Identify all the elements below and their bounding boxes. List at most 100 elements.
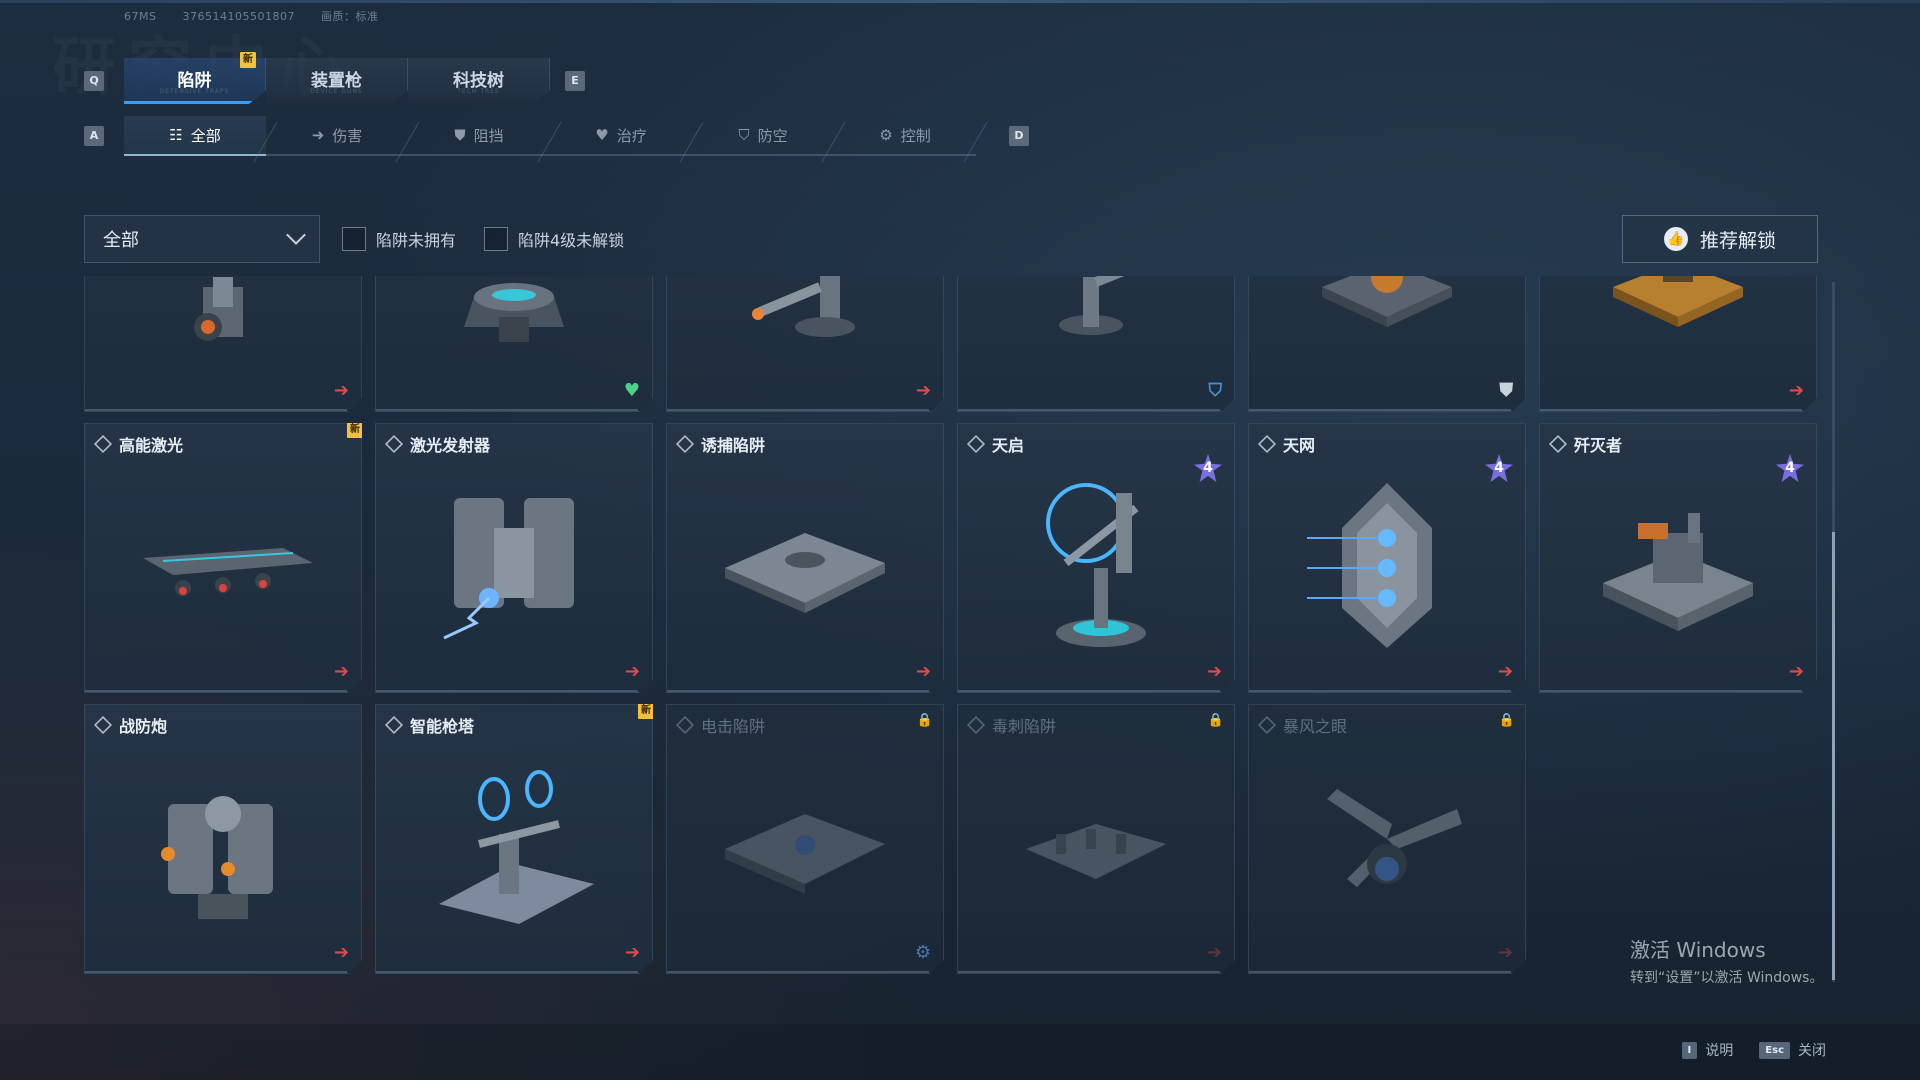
trap-card-partial-5[interactable]: ⛊ xyxy=(1248,276,1526,412)
damage-arrow-icon: ➔ xyxy=(1497,942,1513,963)
recommend-unlock-button[interactable]: 👍 推荐解锁 xyxy=(1622,215,1818,263)
trap-card-partial-1[interactable]: ➔ xyxy=(84,276,362,412)
control-gear-icon: ⚙ xyxy=(914,942,931,963)
trap-name: 毒刺陷阱 xyxy=(992,717,1057,736)
new-badge: 新 xyxy=(347,422,363,438)
next-filter-key[interactable]: D xyxy=(1009,126,1029,146)
gear-icon: ⚙ xyxy=(879,126,893,144)
top-border xyxy=(0,0,1920,3)
trap-art-cannon-icon xyxy=(85,276,361,381)
trap-name: 电击陷阱 xyxy=(701,717,766,736)
trap-art-turret-icon xyxy=(667,276,943,381)
new-badge: 新 xyxy=(638,703,654,719)
trap-card-annihilator[interactable]: 歼灭者 4 ➔ xyxy=(1539,423,1817,693)
trap-card-skynet[interactable]: 天网 4 ➔ xyxy=(1248,423,1526,693)
trap-name: 智能枪塔 xyxy=(410,717,475,736)
help-label: 说明 xyxy=(1705,1043,1734,1059)
trap-card-lure-trap[interactable]: 诱捕陷阱 ➔ xyxy=(666,423,944,693)
filter-air-defense[interactable]: ⛉ 防空 xyxy=(692,116,834,156)
heart-icon: ♥ xyxy=(595,126,609,144)
trap-art-apocalypse-icon xyxy=(958,464,1234,662)
filter-heal[interactable]: ♥ 治疗 xyxy=(550,116,692,156)
trap-art-lure-icon xyxy=(667,464,943,662)
trap-cube-icon xyxy=(676,716,694,734)
recommend-unlock-label: 推荐解锁 xyxy=(1699,229,1776,252)
filter-block-label: 阻挡 xyxy=(473,126,504,145)
filter-tabs: ☷ 全部 ➜ 伤害 ⛊ 阻挡 ♥ 治疗 ⛉ 防空 ⚙ 控制 xyxy=(124,116,976,156)
checkbox-not-owned[interactable]: 陷阱未拥有 xyxy=(342,227,456,251)
trap-name: 歼灭者 xyxy=(1574,436,1623,455)
tab-device-guns-sub: DEVICE GUNS xyxy=(310,88,363,95)
trap-art-anti-armor-icon xyxy=(85,745,361,943)
filter-heal-label: 治疗 xyxy=(616,126,647,145)
prev-tab-key[interactable]: Q xyxy=(84,71,104,91)
trap-cube-icon xyxy=(967,716,985,734)
arrow-icon: ➜ xyxy=(311,126,325,144)
filter-all[interactable]: ☷ 全部 xyxy=(124,116,266,156)
trap-art-emitter-icon xyxy=(376,464,652,662)
trap-name: 战防炮 xyxy=(119,717,168,736)
trap-card-partial-4[interactable]: ⛉ xyxy=(957,276,1235,412)
trap-card-smart-turret[interactable]: 智能枪塔 新 ➔ xyxy=(375,704,653,974)
damage-arrow-icon: ➔ xyxy=(1788,661,1804,682)
filter-block[interactable]: ⛊ 阻挡 xyxy=(408,116,550,156)
trap-art-storm-eye-icon xyxy=(1249,745,1525,943)
help-hint[interactable]: I 说明 xyxy=(1681,1040,1734,1060)
block-shield-icon: ⛊ xyxy=(1499,380,1513,401)
trap-art-gold-platform-icon xyxy=(1540,276,1816,381)
close-hint[interactable]: Esc 关闭 xyxy=(1759,1040,1826,1060)
tab-device-guns[interactable]: 装置枪 DEVICE GUNS xyxy=(266,58,408,104)
trap-art-air-defense-icon xyxy=(958,276,1234,381)
trap-card-high-energy-laser[interactable]: 高能激光 新 ➔ xyxy=(84,423,362,693)
trap-name: 暴风之眼 xyxy=(1283,717,1348,736)
tab-tech-tree[interactable]: 科技树 TECH TREE xyxy=(408,58,550,104)
trap-card-laser-emitter[interactable]: 激光发射器 ➔ xyxy=(375,423,653,693)
filter-damage[interactable]: ➜ 伤害 xyxy=(266,116,408,156)
trap-art-annihilator-icon xyxy=(1540,464,1816,662)
trap-card-partial-2[interactable]: ♥ xyxy=(375,276,653,412)
category-dropdown[interactable]: 全部 xyxy=(84,215,320,263)
next-tab-key[interactable]: E xyxy=(565,71,585,91)
trap-card-partial-3[interactable]: ➔ xyxy=(666,276,944,412)
trap-card-apocalypse[interactable]: 天启 4 ➔ xyxy=(957,423,1235,693)
filter-control[interactable]: ⚙ 控制 xyxy=(834,116,976,156)
thumbs-up-icon: 👍 xyxy=(1663,227,1688,251)
damage-arrow-icon: ➔ xyxy=(1206,661,1222,682)
air-defense-shield-icon: ⛉ xyxy=(1208,380,1222,401)
trap-cube-icon xyxy=(94,716,112,734)
close-key: Esc xyxy=(1759,1041,1790,1059)
lock-icon: 🔒 xyxy=(1207,713,1224,728)
trap-art-shock-icon xyxy=(667,745,943,943)
scrollbar-thumb[interactable] xyxy=(1832,532,1835,980)
prev-filter-key[interactable]: A xyxy=(84,126,104,146)
checkbox-level4-locked-label: 陷阱4级未解锁 xyxy=(518,231,625,250)
trap-name: 天启 xyxy=(992,436,1025,455)
dropdown-value: 全部 xyxy=(103,230,139,251)
trap-art-sting-icon xyxy=(958,745,1234,943)
trap-cube-icon xyxy=(385,435,403,453)
trap-art-platform-icon xyxy=(1249,276,1525,381)
grid-scrollbar[interactable] xyxy=(1832,282,1835,982)
tab-traps-new-badge: 新 xyxy=(240,52,256,68)
trap-name: 诱捕陷阱 xyxy=(701,436,766,455)
trap-card-storm-eye[interactable]: 暴风之眼 🔒 ➔ xyxy=(1248,704,1526,974)
tab-tech-tree-sub: TECH TREE xyxy=(457,88,500,95)
trap-card-shock-trap[interactable]: 电击陷阱 🔒 ⚙ xyxy=(666,704,944,974)
damage-arrow-icon: ➔ xyxy=(1788,380,1804,401)
checkbox-level4-locked-box[interactable] xyxy=(484,227,508,251)
trap-card-anti-armor-gun[interactable]: 战防炮 ➔ xyxy=(84,704,362,974)
filter-air-defense-label: 防空 xyxy=(757,126,788,145)
trap-cube-icon xyxy=(676,435,694,453)
trap-art-skynet-icon xyxy=(1249,464,1525,662)
checkbox-not-owned-box[interactable] xyxy=(342,227,366,251)
trap-card-partial-6[interactable]: ➔ xyxy=(1539,276,1817,412)
filter-damage-label: 伤害 xyxy=(332,126,363,145)
chevron-down-icon xyxy=(286,225,306,245)
watermark-line2: 转到“设置”以激活 Windows。 xyxy=(1630,970,1824,986)
trap-art-laser-grid-icon xyxy=(85,464,361,662)
trap-cube-icon xyxy=(1549,435,1567,453)
trap-cube-icon xyxy=(1258,435,1276,453)
checkbox-level4-locked[interactable]: 陷阱4级未解锁 xyxy=(484,227,624,251)
trap-card-sting-trap[interactable]: 毒刺陷阱 🔒 ➔ xyxy=(957,704,1235,974)
trap-art-healer-icon xyxy=(376,276,652,381)
